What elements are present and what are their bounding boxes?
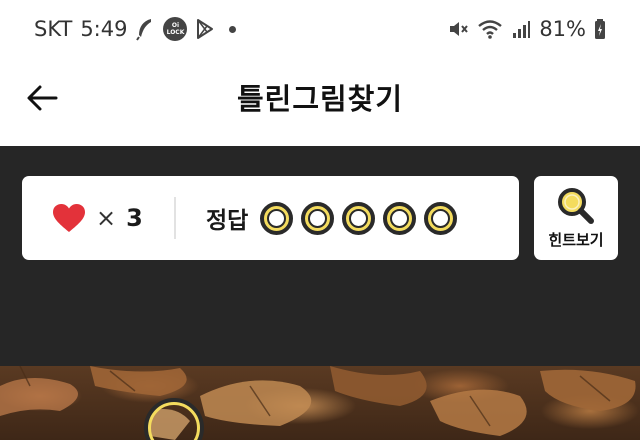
- score-card: × 3 정답: [22, 176, 519, 260]
- answer-slot-1: [260, 201, 294, 235]
- status-right: 81%: [447, 17, 606, 41]
- answer-slots: [260, 201, 458, 235]
- status-bar: SKT 5:49 Oi LOCK 81%: [0, 0, 640, 58]
- hint-button[interactable]: 힌트보기: [534, 176, 618, 260]
- answers-label: 정답: [206, 208, 249, 234]
- answer-slot-4: [383, 201, 417, 235]
- game-panel: × 3 정답 힌트보기: [0, 146, 640, 366]
- lock-badge-bottom: LOCK: [166, 29, 185, 36]
- lives-count: 3: [126, 204, 143, 232]
- mute-icon: [447, 18, 469, 40]
- signal-icon: [511, 19, 531, 39]
- answer-slot-3: [342, 201, 376, 235]
- answer-slot-2: [301, 201, 335, 235]
- clock: 5:49: [80, 17, 128, 41]
- carrier-label: SKT: [34, 17, 73, 41]
- lock-app-icon: Oi LOCK: [163, 17, 188, 41]
- answers-display: 정답: [176, 201, 458, 235]
- leaves-texture: [0, 366, 636, 440]
- heart-icon: [53, 204, 85, 232]
- answer-slot-5: [424, 201, 458, 235]
- lives-display: × 3: [22, 203, 174, 233]
- lives-multiplier: ×: [96, 204, 117, 232]
- status-left: SKT 5:49 Oi LOCK: [34, 17, 237, 41]
- play-store-icon: [195, 18, 215, 40]
- feather-icon: [135, 17, 155, 41]
- game-image[interactable]: [0, 366, 640, 440]
- wifi-icon: [477, 18, 503, 40]
- magnifier-icon: [558, 187, 594, 224]
- lock-badge-top: Oi: [171, 22, 180, 29]
- battery-percent: 81%: [539, 17, 586, 41]
- page-title: 틀린그림찾기: [236, 82, 404, 116]
- hint-label: 힌트보기: [548, 230, 604, 249]
- battery-icon: [594, 18, 606, 40]
- notification-dot: [229, 25, 237, 33]
- app-header: 틀린그림찾기: [0, 58, 640, 146]
